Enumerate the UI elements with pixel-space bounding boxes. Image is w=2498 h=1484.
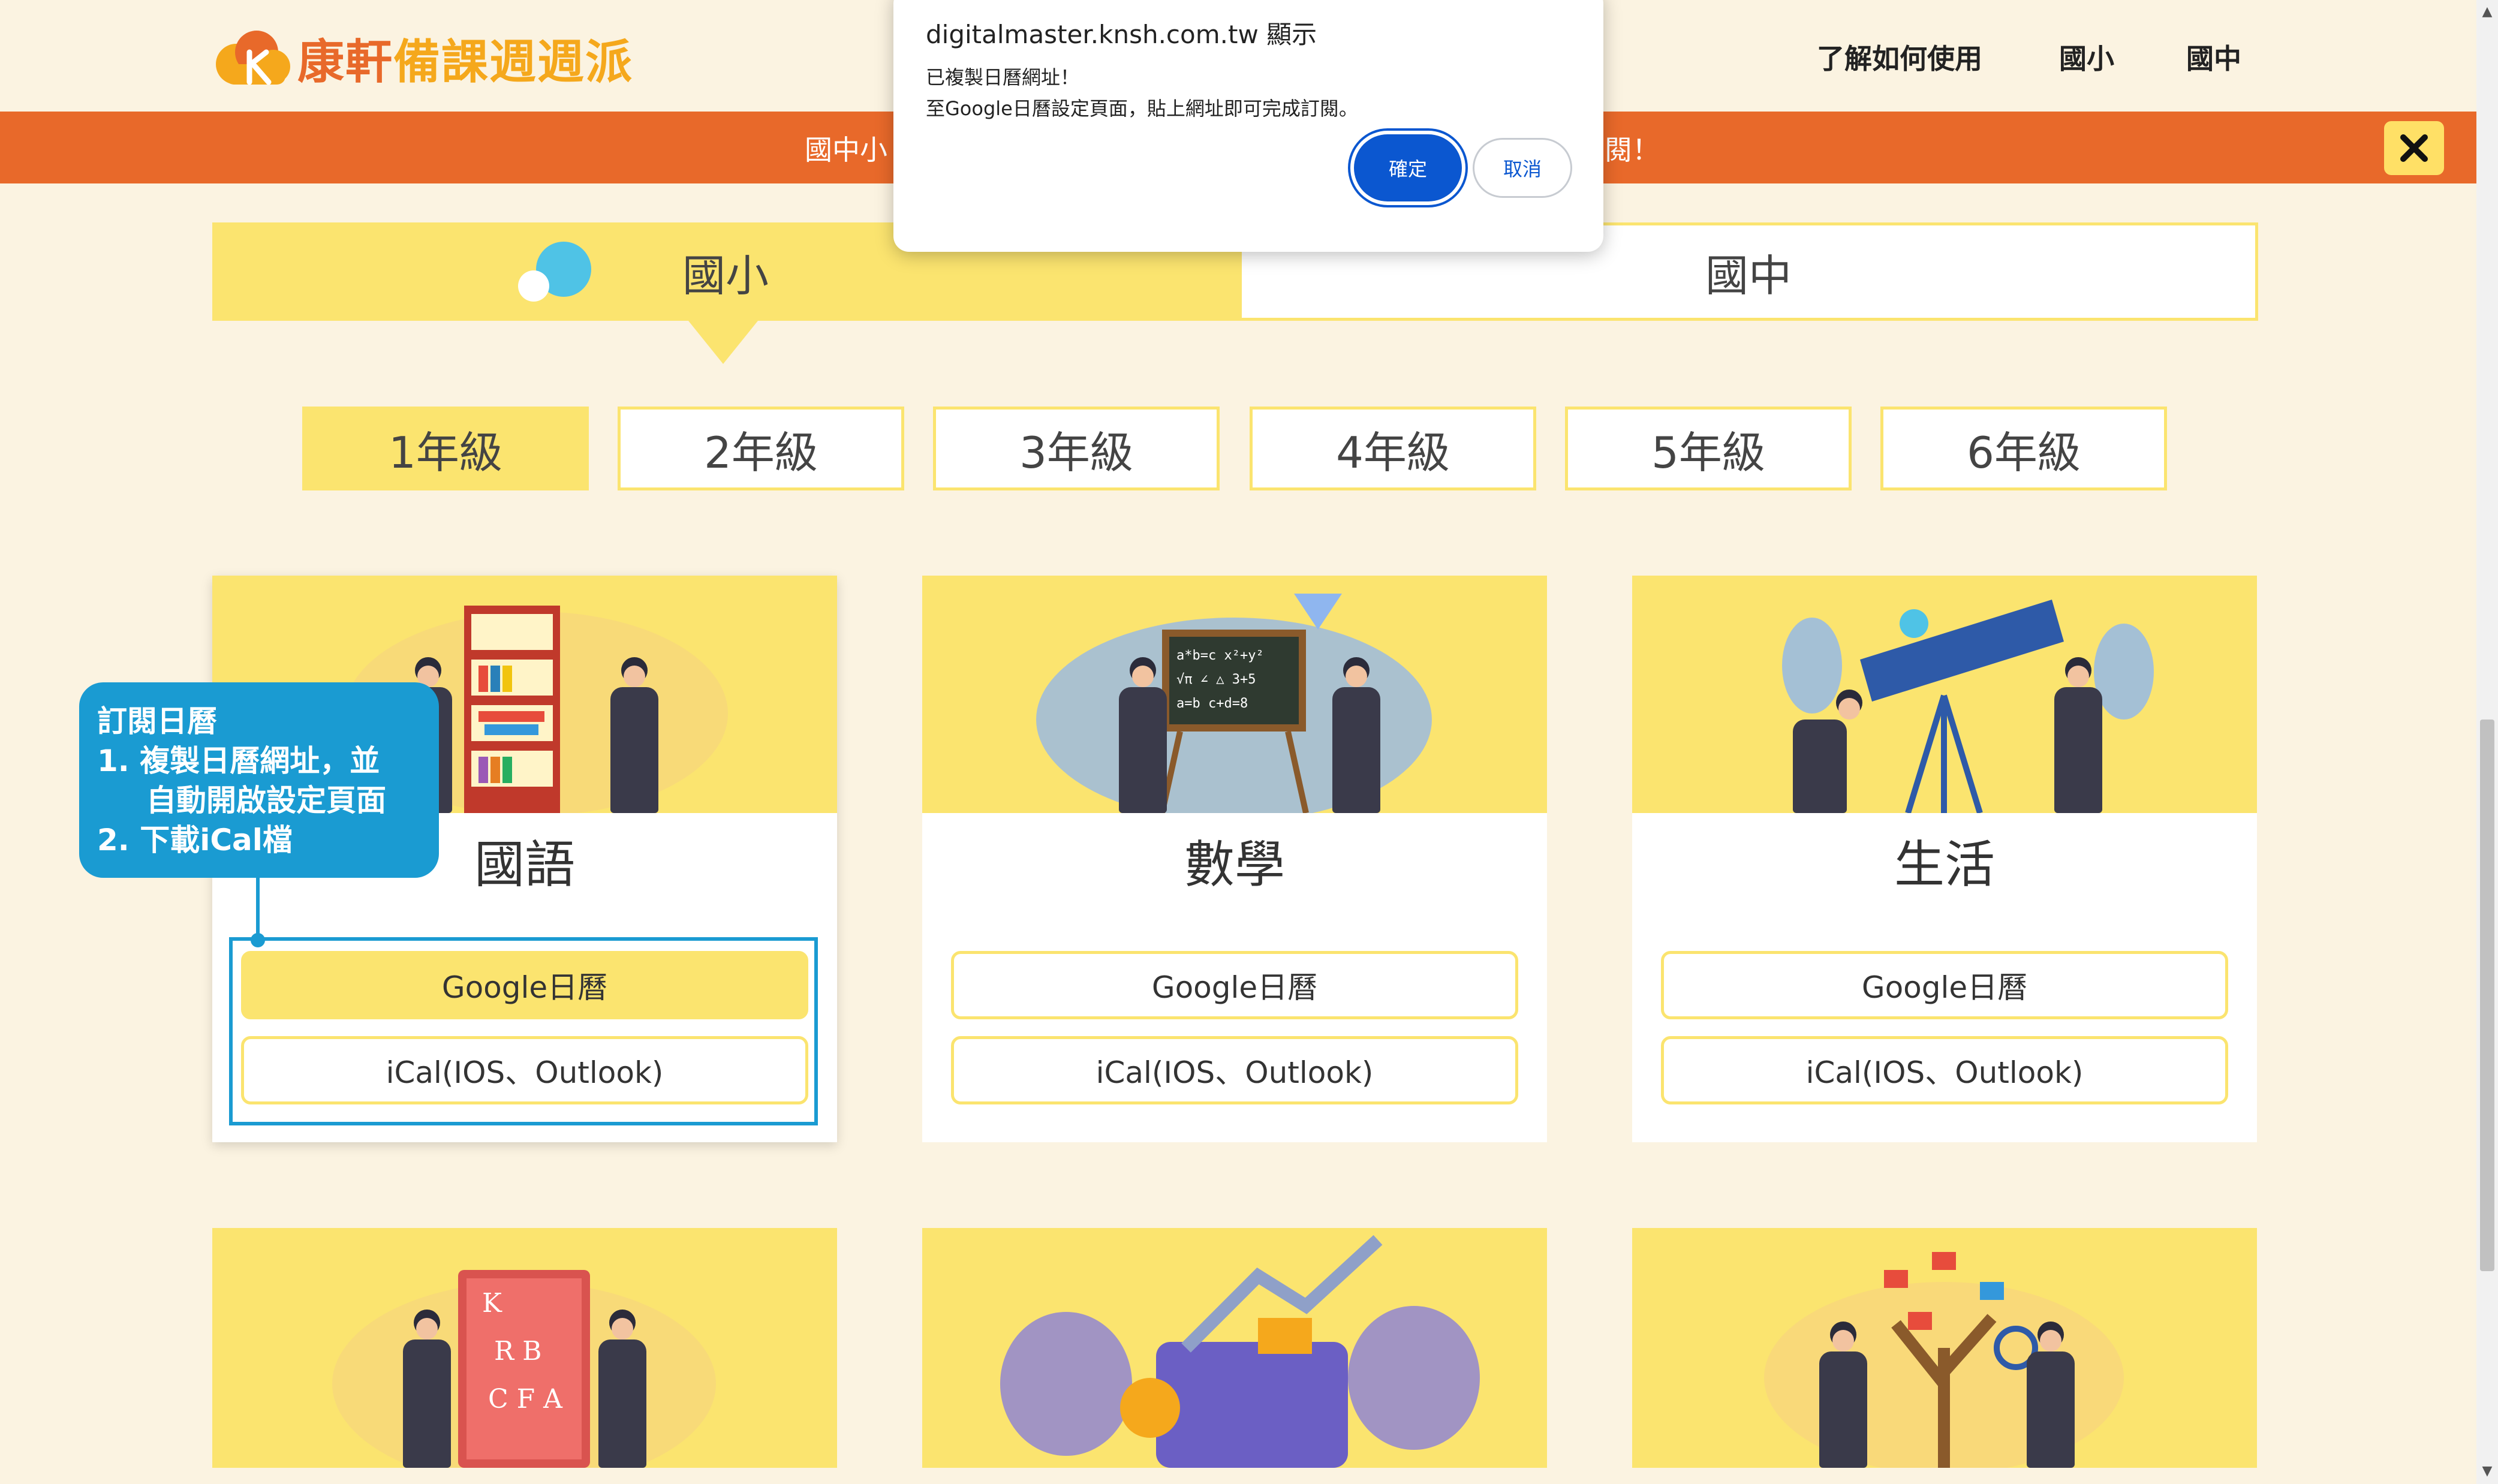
svg-text:a*b=c x²+y²: a*b=c x²+y²	[1176, 648, 1264, 663]
grade-1-button[interactable]: 1年級	[302, 407, 589, 490]
close-icon	[2400, 134, 2428, 162]
highlight-box	[229, 937, 818, 1125]
callout-step2: 2. 下載iCal檔	[97, 823, 293, 857]
callout-title: 訂閱日曆	[97, 704, 217, 739]
banner-text-left: 國中小	[805, 134, 887, 166]
google-calendar-button[interactable]: Google日曆	[951, 951, 1518, 1019]
dialog-title: digitalmaster.knsh.com.tw 顯示	[926, 20, 1317, 49]
dialog-message-line1: 已複製日曆網址！	[926, 66, 1080, 89]
nav-junior-high[interactable]: 國中	[2186, 37, 2241, 77]
grade-2-button[interactable]: 2年級	[618, 407, 904, 490]
grade-3-button[interactable]: 3年級	[933, 407, 1220, 490]
nav-elementary[interactable]: 國小	[2059, 37, 2114, 77]
callout-step1: 1. 複製日曆網址，並	[97, 743, 380, 778]
grade-5-button[interactable]: 5年級	[1565, 407, 1852, 490]
scroll-up-icon[interactable]: ▲	[2480, 2, 2494, 20]
dialog-message-line2: 至Google日曆設定頁面，貼上網址即可完成訂閱。	[926, 97, 1358, 120]
callout-connector-dot	[251, 933, 265, 947]
svg-text:C F A: C F A	[488, 1384, 563, 1414]
active-tab-pointer	[688, 321, 758, 364]
dialog-ok-button[interactable]: 確定	[1354, 134, 1462, 201]
subject-card-life: 生活 Google日曆 iCal(IOS、Outlook)	[1632, 576, 2257, 1142]
subject-card-math: a*b=c x²+y² √π ∠ △ 3+5 a=b c+d=8 數學 Goog…	[922, 576, 1547, 1142]
scrollbar-thumb[interactable]	[2480, 720, 2494, 1271]
brand-logo[interactable]: 康軒 備課週週派	[213, 25, 645, 91]
subject-card-integrated-illustration	[922, 1228, 1547, 1468]
scroll-down-icon[interactable]: ▼	[2480, 1462, 2494, 1480]
svg-text:K: K	[482, 1288, 502, 1319]
grade-4-button[interactable]: 4年級	[1250, 407, 1536, 490]
dialog-cancel-button[interactable]: 取消	[1473, 138, 1572, 198]
ical-button[interactable]: iCal(IOS、Outlook)	[951, 1036, 1518, 1104]
life-illustration	[1632, 576, 2257, 813]
callout-connector	[256, 877, 260, 941]
svg-text:√π ∠ △ 3+5: √π ∠ △ 3+5	[1176, 672, 1256, 687]
subject-card-english-illustration: K R B C F A	[212, 1228, 837, 1468]
ical-button[interactable]: iCal(IOS、Outlook)	[1661, 1036, 2228, 1104]
tab-elementary-label: 國小	[682, 250, 769, 301]
bubble-icon	[518, 242, 591, 302]
subject-card-reading-illustration	[1632, 1228, 2257, 1468]
subject-title: 生活	[1894, 835, 1995, 894]
banner-close-button[interactable]	[2384, 121, 2444, 175]
callout-step1-cont: 自動開啟設定頁面	[146, 783, 386, 818]
svg-text:a=b c+d=8: a=b c+d=8	[1176, 696, 1248, 711]
brand-tagline: 備課週週派	[393, 35, 634, 89]
math-illustration: a*b=c x²+y² √π ∠ △ 3+5 a=b c+d=8	[922, 576, 1547, 813]
nav-how-to-use[interactable]: 了解如何使用	[1817, 37, 1982, 77]
cloud-logo-icon	[213, 28, 291, 88]
subject-title: 數學	[1184, 835, 1285, 894]
svg-text:R B: R B	[494, 1336, 541, 1366]
browser-alert-dialog: digitalmaster.knsh.com.tw 顯示 已複製日曆網址！ 至G…	[893, 0, 1603, 252]
grade-6-button[interactable]: 6年級	[1880, 407, 2167, 490]
brand-name: 康軒	[297, 35, 394, 89]
instruction-callout: 訂閱日曆 1. 複製日曆網址，並 自動開啟設定頁面 2. 下載iCal檔	[79, 682, 439, 878]
google-calendar-button[interactable]: Google日曆	[1661, 951, 2228, 1019]
banner-text-right: 閱！	[1605, 134, 1660, 166]
